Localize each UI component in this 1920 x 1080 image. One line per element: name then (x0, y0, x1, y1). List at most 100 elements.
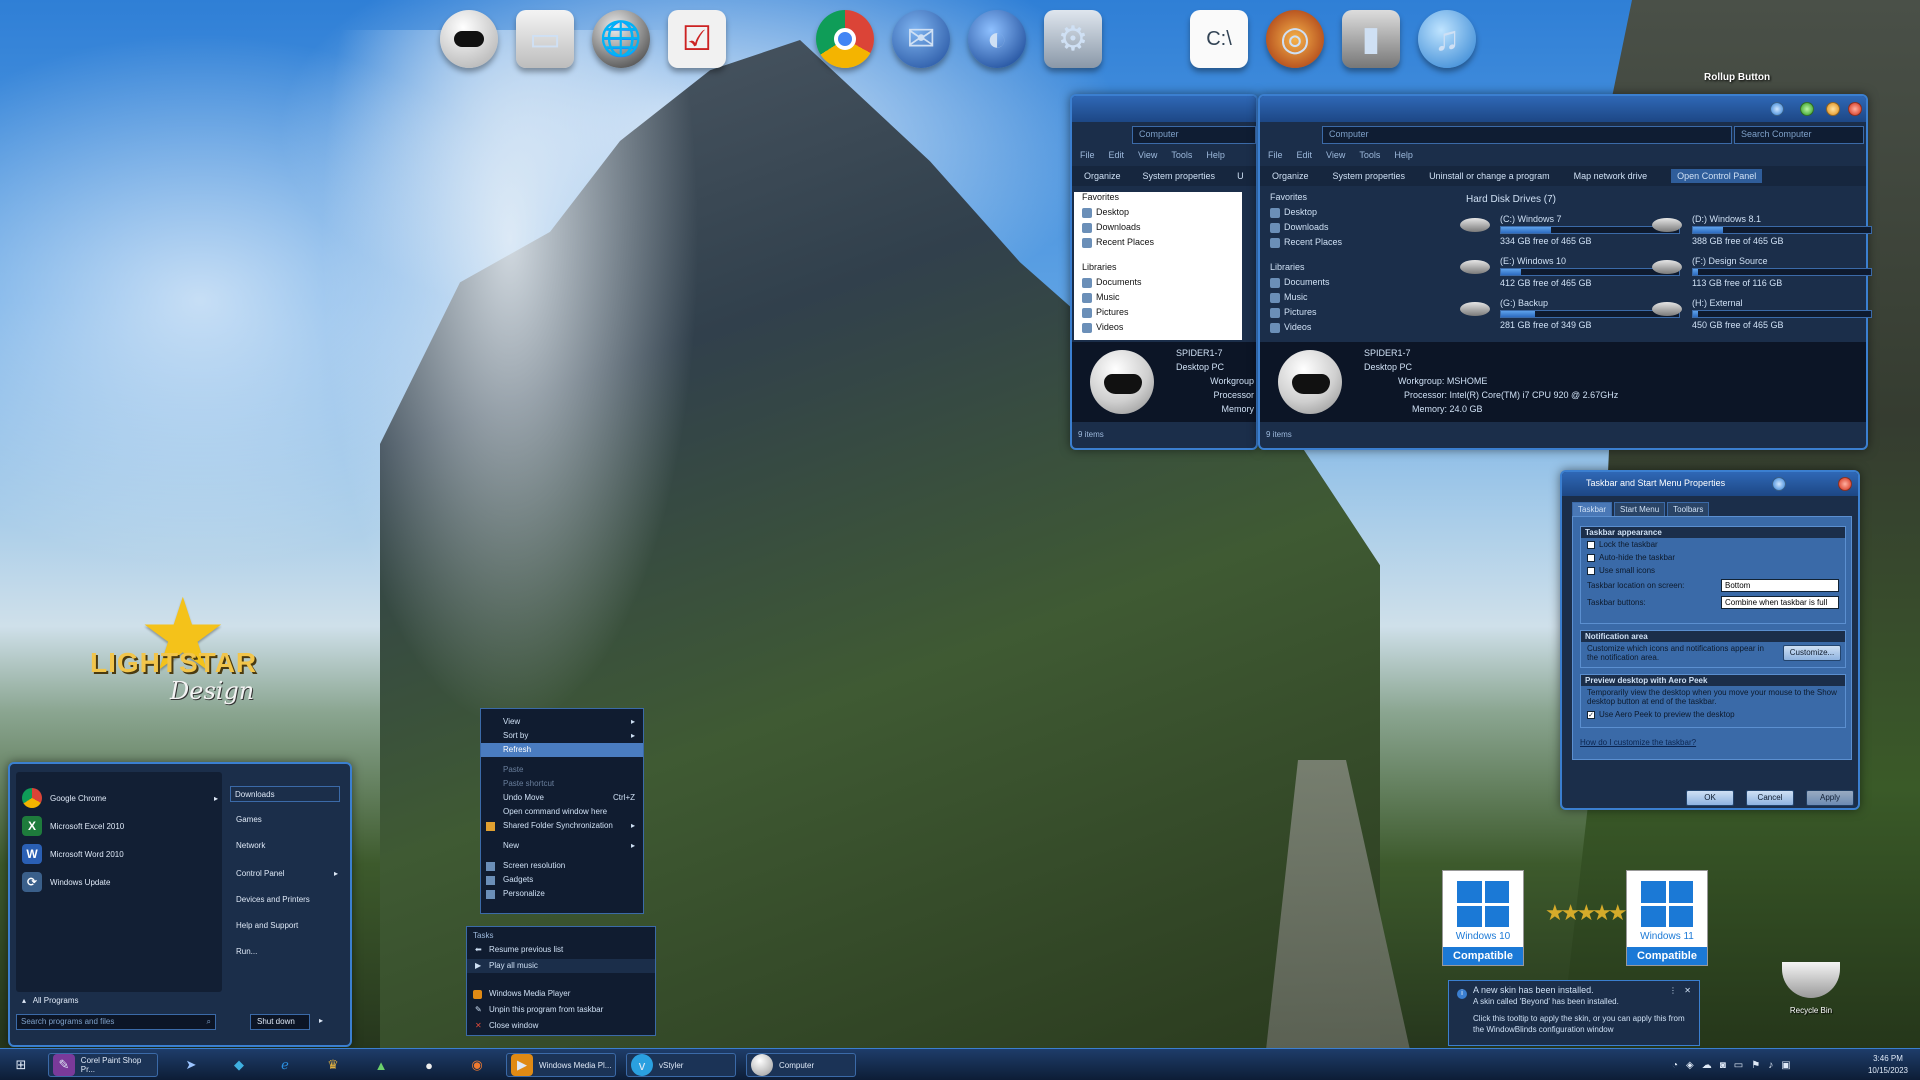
nav-desktop[interactable]: Desktop (1074, 207, 1242, 222)
dialog-title-bar[interactable]: Taskbar and Start Menu Properties (1562, 472, 1858, 496)
media-player-jumplist[interactable]: Tasks ⬅ Resume previous list ▶ Play all mu… (466, 926, 656, 1036)
close-button[interactable] (1848, 102, 1862, 116)
checklist-icon[interactable]: ☑ (668, 10, 726, 68)
skin-installed-notification[interactable]: i ⋮ ✕ A new skin has been installed. A s… (1448, 980, 1700, 1046)
recycle-bin[interactable]: Recycle Bin (1775, 962, 1847, 1015)
menu-file[interactable]: File (1080, 150, 1095, 164)
nav-documents[interactable]: Documents (1074, 277, 1242, 292)
nav-pictures[interactable]: Pictures (1262, 307, 1430, 322)
lock-taskbar-row[interactable]: Lock the taskbar (1581, 538, 1845, 551)
start-devices-printers[interactable]: Devices and Printers (232, 892, 342, 908)
options-icon[interactable]: ⋮ (1669, 985, 1677, 996)
open-control-panel-button[interactable]: Open Control Panel (1671, 169, 1763, 183)
autohide-row[interactable]: Auto-hide the taskbar (1581, 551, 1845, 564)
taskbar-pin-5[interactable]: ▲ (366, 1053, 392, 1077)
drive-c[interactable]: (C:) Windows 7 334 GB free of 465 GB (1500, 214, 1680, 246)
taskbar-computer[interactable]: Computer (746, 1053, 856, 1077)
taskbar-pin-2[interactable]: ◆ (224, 1053, 250, 1077)
tray-chat-icon[interactable]: ◙ (1720, 1060, 1726, 1071)
computer-tower-icon[interactable]: ▮ (1342, 10, 1400, 68)
ctx-paste[interactable]: Paste (481, 763, 643, 777)
menu-view[interactable]: View (1138, 150, 1157, 164)
hard-drive-icon[interactable]: ▭ (516, 10, 574, 68)
menu-edit[interactable]: Edit (1297, 150, 1313, 164)
explorer-window-back[interactable]: Computer File Edit View Tools Help Organ… (1070, 94, 1258, 450)
jump-play-all[interactable]: ▶ Play all music (467, 959, 655, 973)
minimize-button[interactable] (1800, 102, 1814, 116)
start-network[interactable]: Network (232, 838, 342, 854)
title-bar[interactable] (1072, 96, 1256, 122)
cancel-button[interactable]: Cancel (1746, 790, 1794, 806)
start-run[interactable]: Run... (232, 944, 342, 960)
aero-peek-row[interactable]: ✓ Use Aero Peek to preview the desktop (1581, 708, 1845, 721)
jump-resume-list[interactable]: ⬅ Resume previous list (467, 943, 655, 957)
address-bar[interactable]: Computer (1132, 126, 1256, 144)
tray-display-icon[interactable]: ▣ (1781, 1060, 1790, 1071)
taskbar-wmp[interactable]: ▶ Windows Media Pl... (506, 1053, 616, 1077)
menu-file[interactable]: File (1268, 150, 1283, 164)
organize-button[interactable]: Organize (1084, 171, 1121, 181)
nav-pictures[interactable]: Pictures (1074, 307, 1242, 322)
help-link[interactable]: How do I customize the taskbar? (1580, 738, 1696, 747)
start-control-panel[interactable]: Control Panel ▸ (232, 866, 342, 882)
nav-documents[interactable]: Documents (1262, 277, 1430, 292)
menu-edit[interactable]: Edit (1109, 150, 1125, 164)
ctx-view[interactable]: View ▸ (481, 715, 643, 729)
google-earth-icon[interactable]: ◐ (968, 10, 1026, 68)
title-bar[interactable] (1260, 96, 1866, 122)
ctx-screen-resolution[interactable]: Screen resolution (481, 859, 643, 873)
drive-h[interactable]: (H:) External 450 GB free of 465 GB (1692, 298, 1872, 330)
dialog-close-button[interactable] (1838, 477, 1852, 491)
drive-e[interactable]: (E:) Windows 10 412 GB free of 465 GB (1500, 256, 1680, 288)
drive-f[interactable]: (F:) Design Source 113 GB free of 116 GB (1692, 256, 1872, 288)
menu-tools[interactable]: Tools (1171, 150, 1192, 164)
music-notes-icon[interactable]: ♫ (1418, 10, 1476, 68)
drive-g[interactable]: (G:) Backup 281 GB free of 349 GB (1500, 298, 1680, 330)
location-select[interactable]: Bottom (1721, 579, 1839, 592)
taskbar-properties-dialog[interactable]: Taskbar and Start Menu Properties Taskba… (1560, 470, 1860, 810)
map-network-drive-button[interactable]: Map network drive (1574, 171, 1648, 181)
astronaut-helmet-icon[interactable] (440, 10, 498, 68)
chevron-right-icon[interactable]: ▸ (319, 1016, 323, 1025)
maximize-button[interactable] (1826, 102, 1840, 116)
taskbar-pin-4[interactable]: ♛ (318, 1053, 344, 1077)
jump-wmp[interactable]: Windows Media Player (467, 987, 655, 1001)
tray-battery-icon[interactable]: ▭ (1734, 1060, 1743, 1071)
program-google-chrome[interactable]: Google Chrome ▸ (22, 788, 218, 808)
taskbar-vstyler[interactable]: v vStyler (626, 1053, 736, 1077)
ctx-refresh[interactable]: Refresh (481, 743, 643, 757)
small-icons-checkbox[interactable] (1587, 566, 1595, 575)
tab-start-menu[interactable]: Start Menu (1614, 502, 1666, 517)
nav-recent[interactable]: Recent Places (1074, 237, 1242, 252)
control-panel-icon[interactable]: ⚙ (1044, 10, 1102, 68)
program-excel[interactable]: X Microsoft Excel 2010 (22, 816, 124, 836)
lock-taskbar-checkbox[interactable] (1587, 540, 1595, 549)
start-help-support[interactable]: Help and Support (232, 918, 342, 934)
rollup-button[interactable] (1770, 102, 1784, 116)
program-windows-update[interactable]: ⟳ Windows Update (22, 872, 110, 892)
start-games[interactable]: Games (232, 812, 342, 828)
ctx-shared-folder-sync[interactable]: Shared Folder Synchronization ▸ (481, 819, 643, 833)
chrome-icon[interactable] (816, 10, 874, 68)
taskbar-pin-3[interactable]: ℯ (270, 1053, 296, 1077)
ctx-open-command[interactable]: Open command window here (481, 805, 643, 819)
nav-videos[interactable]: Videos (1262, 322, 1430, 337)
start-button[interactable]: ⊞ (6, 1053, 32, 1077)
taskbar-pin-6[interactable]: ● (414, 1053, 440, 1077)
media-player-icon[interactable]: ◎ (1266, 10, 1324, 68)
customize-button[interactable]: Customize... (1783, 645, 1841, 661)
ctx-paste-shortcut[interactable]: Paste shortcut (481, 777, 643, 791)
tray-flag-icon[interactable]: ⚑ (1751, 1060, 1760, 1071)
nav-downloads[interactable]: Downloads (1262, 222, 1430, 237)
uninstall-program-button[interactable]: Uninstall or change a program (1429, 171, 1550, 181)
tray-volume-icon[interactable]: ♪ (1768, 1060, 1773, 1071)
command-prompt-icon[interactable]: C:\ (1190, 10, 1248, 68)
nav-desktop[interactable]: Desktop (1262, 207, 1430, 222)
ctx-personalize[interactable]: Personalize (481, 887, 643, 901)
menu-view[interactable]: View (1326, 150, 1345, 164)
tab-toolbars[interactable]: Toolbars (1667, 502, 1710, 517)
tray-network-icon[interactable]: ◔ (1672, 1060, 1678, 1071)
aero-peek-checkbox[interactable]: ✓ (1587, 710, 1595, 719)
ok-button[interactable]: OK (1686, 790, 1734, 806)
taskbar-paintshop[interactable]: ✎ Corel Paint Shop Pr... (48, 1053, 158, 1077)
